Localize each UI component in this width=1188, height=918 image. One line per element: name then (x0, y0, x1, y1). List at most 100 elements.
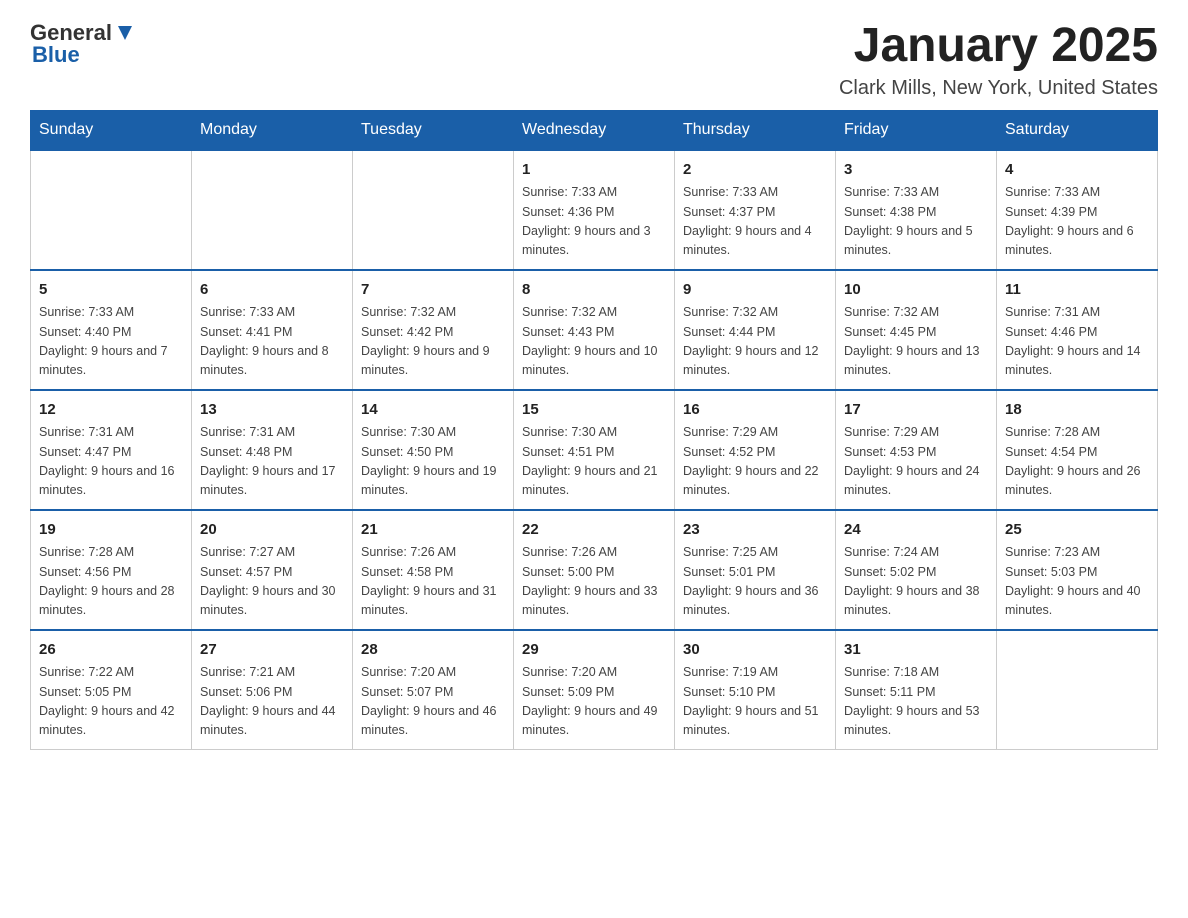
day-info: Sunrise: 7:25 AM Sunset: 5:01 PM Dayligh… (683, 543, 827, 621)
calendar-day-26: 26Sunrise: 7:22 AM Sunset: 5:05 PM Dayli… (31, 630, 192, 750)
day-number: 16 (683, 399, 827, 422)
calendar-day-29: 29Sunrise: 7:20 AM Sunset: 5:09 PM Dayli… (514, 630, 675, 750)
col-header-wednesday: Wednesday (514, 110, 675, 150)
calendar-day-5: 5Sunrise: 7:33 AM Sunset: 4:40 PM Daylig… (31, 270, 192, 390)
calendar-day-16: 16Sunrise: 7:29 AM Sunset: 4:52 PM Dayli… (675, 390, 836, 510)
day-number: 27 (200, 639, 344, 662)
calendar-day-9: 9Sunrise: 7:32 AM Sunset: 4:44 PM Daylig… (675, 270, 836, 390)
calendar-day-11: 11Sunrise: 7:31 AM Sunset: 4:46 PM Dayli… (997, 270, 1158, 390)
calendar-day-22: 22Sunrise: 7:26 AM Sunset: 5:00 PM Dayli… (514, 510, 675, 630)
day-info: Sunrise: 7:32 AM Sunset: 4:44 PM Dayligh… (683, 303, 827, 381)
calendar-day-23: 23Sunrise: 7:25 AM Sunset: 5:01 PM Dayli… (675, 510, 836, 630)
day-info: Sunrise: 7:32 AM Sunset: 4:42 PM Dayligh… (361, 303, 505, 381)
calendar-day-13: 13Sunrise: 7:31 AM Sunset: 4:48 PM Dayli… (192, 390, 353, 510)
calendar-day-17: 17Sunrise: 7:29 AM Sunset: 4:53 PM Dayli… (836, 390, 997, 510)
day-info: Sunrise: 7:31 AM Sunset: 4:48 PM Dayligh… (200, 423, 344, 501)
calendar-table: SundayMondayTuesdayWednesdayThursdayFrid… (30, 110, 1158, 750)
col-header-saturday: Saturday (997, 110, 1158, 150)
day-info: Sunrise: 7:21 AM Sunset: 5:06 PM Dayligh… (200, 663, 344, 741)
calendar-day-6: 6Sunrise: 7:33 AM Sunset: 4:41 PM Daylig… (192, 270, 353, 390)
calendar-day-21: 21Sunrise: 7:26 AM Sunset: 4:58 PM Dayli… (353, 510, 514, 630)
empty-cell (997, 630, 1158, 750)
calendar-day-18: 18Sunrise: 7:28 AM Sunset: 4:54 PM Dayli… (997, 390, 1158, 510)
calendar-day-8: 8Sunrise: 7:32 AM Sunset: 4:43 PM Daylig… (514, 270, 675, 390)
calendar-day-1: 1Sunrise: 7:33 AM Sunset: 4:36 PM Daylig… (514, 150, 675, 270)
logo: General Blue (30, 20, 136, 68)
day-number: 4 (1005, 159, 1149, 182)
day-info: Sunrise: 7:22 AM Sunset: 5:05 PM Dayligh… (39, 663, 183, 741)
col-header-monday: Monday (192, 110, 353, 150)
day-number: 1 (522, 159, 666, 182)
day-number: 21 (361, 519, 505, 542)
day-number: 6 (200, 279, 344, 302)
calendar-day-25: 25Sunrise: 7:23 AM Sunset: 5:03 PM Dayli… (997, 510, 1158, 630)
col-header-thursday: Thursday (675, 110, 836, 150)
day-info: Sunrise: 7:33 AM Sunset: 4:39 PM Dayligh… (1005, 183, 1149, 261)
calendar-day-10: 10Sunrise: 7:32 AM Sunset: 4:45 PM Dayli… (836, 270, 997, 390)
calendar-week-1: 1Sunrise: 7:33 AM Sunset: 4:36 PM Daylig… (31, 150, 1158, 270)
day-number: 13 (200, 399, 344, 422)
calendar-week-4: 19Sunrise: 7:28 AM Sunset: 4:56 PM Dayli… (31, 510, 1158, 630)
calendar-day-2: 2Sunrise: 7:33 AM Sunset: 4:37 PM Daylig… (675, 150, 836, 270)
calendar-day-20: 20Sunrise: 7:27 AM Sunset: 4:57 PM Dayli… (192, 510, 353, 630)
day-info: Sunrise: 7:30 AM Sunset: 4:50 PM Dayligh… (361, 423, 505, 501)
day-info: Sunrise: 7:29 AM Sunset: 4:52 PM Dayligh… (683, 423, 827, 501)
day-info: Sunrise: 7:33 AM Sunset: 4:40 PM Dayligh… (39, 303, 183, 381)
day-info: Sunrise: 7:30 AM Sunset: 4:51 PM Dayligh… (522, 423, 666, 501)
page-title: January 2025 (839, 20, 1158, 73)
day-number: 10 (844, 279, 988, 302)
page-header: General Blue January 2025 Clark Mills, N… (30, 20, 1158, 100)
day-number: 24 (844, 519, 988, 542)
calendar-day-12: 12Sunrise: 7:31 AM Sunset: 4:47 PM Dayli… (31, 390, 192, 510)
day-info: Sunrise: 7:20 AM Sunset: 5:09 PM Dayligh… (522, 663, 666, 741)
day-number: 14 (361, 399, 505, 422)
calendar-day-31: 31Sunrise: 7:18 AM Sunset: 5:11 PM Dayli… (836, 630, 997, 750)
day-info: Sunrise: 7:33 AM Sunset: 4:41 PM Dayligh… (200, 303, 344, 381)
day-number: 18 (1005, 399, 1149, 422)
empty-cell (31, 150, 192, 270)
logo-blue: Blue (32, 42, 80, 68)
day-number: 11 (1005, 279, 1149, 302)
day-info: Sunrise: 7:26 AM Sunset: 5:00 PM Dayligh… (522, 543, 666, 621)
day-info: Sunrise: 7:24 AM Sunset: 5:02 PM Dayligh… (844, 543, 988, 621)
col-header-tuesday: Tuesday (353, 110, 514, 150)
day-info: Sunrise: 7:33 AM Sunset: 4:36 PM Dayligh… (522, 183, 666, 261)
day-number: 20 (200, 519, 344, 542)
day-number: 12 (39, 399, 183, 422)
col-header-sunday: Sunday (31, 110, 192, 150)
calendar-day-15: 15Sunrise: 7:30 AM Sunset: 4:51 PM Dayli… (514, 390, 675, 510)
day-number: 30 (683, 639, 827, 662)
day-number: 28 (361, 639, 505, 662)
day-number: 15 (522, 399, 666, 422)
calendar-week-3: 12Sunrise: 7:31 AM Sunset: 4:47 PM Dayli… (31, 390, 1158, 510)
title-section: January 2025 Clark Mills, New York, Unit… (839, 20, 1158, 100)
day-info: Sunrise: 7:32 AM Sunset: 4:43 PM Dayligh… (522, 303, 666, 381)
day-info: Sunrise: 7:26 AM Sunset: 4:58 PM Dayligh… (361, 543, 505, 621)
day-info: Sunrise: 7:29 AM Sunset: 4:53 PM Dayligh… (844, 423, 988, 501)
day-info: Sunrise: 7:31 AM Sunset: 4:47 PM Dayligh… (39, 423, 183, 501)
calendar-day-3: 3Sunrise: 7:33 AM Sunset: 4:38 PM Daylig… (836, 150, 997, 270)
calendar-day-28: 28Sunrise: 7:20 AM Sunset: 5:07 PM Dayli… (353, 630, 514, 750)
calendar-day-14: 14Sunrise: 7:30 AM Sunset: 4:50 PM Dayli… (353, 390, 514, 510)
day-info: Sunrise: 7:18 AM Sunset: 5:11 PM Dayligh… (844, 663, 988, 741)
calendar-header: SundayMondayTuesdayWednesdayThursdayFrid… (31, 110, 1158, 150)
day-number: 9 (683, 279, 827, 302)
calendar-week-2: 5Sunrise: 7:33 AM Sunset: 4:40 PM Daylig… (31, 270, 1158, 390)
calendar-day-19: 19Sunrise: 7:28 AM Sunset: 4:56 PM Dayli… (31, 510, 192, 630)
day-info: Sunrise: 7:27 AM Sunset: 4:57 PM Dayligh… (200, 543, 344, 621)
subtitle: Clark Mills, New York, United States (839, 77, 1158, 100)
day-number: 5 (39, 279, 183, 302)
calendar-day-4: 4Sunrise: 7:33 AM Sunset: 4:39 PM Daylig… (997, 150, 1158, 270)
col-header-friday: Friday (836, 110, 997, 150)
calendar-day-24: 24Sunrise: 7:24 AM Sunset: 5:02 PM Dayli… (836, 510, 997, 630)
day-info: Sunrise: 7:23 AM Sunset: 5:03 PM Dayligh… (1005, 543, 1149, 621)
day-number: 3 (844, 159, 988, 182)
day-number: 25 (1005, 519, 1149, 542)
day-info: Sunrise: 7:20 AM Sunset: 5:07 PM Dayligh… (361, 663, 505, 741)
logo-triangle-icon (114, 22, 136, 44)
day-number: 29 (522, 639, 666, 662)
day-number: 31 (844, 639, 988, 662)
day-number: 23 (683, 519, 827, 542)
day-number: 2 (683, 159, 827, 182)
empty-cell (192, 150, 353, 270)
